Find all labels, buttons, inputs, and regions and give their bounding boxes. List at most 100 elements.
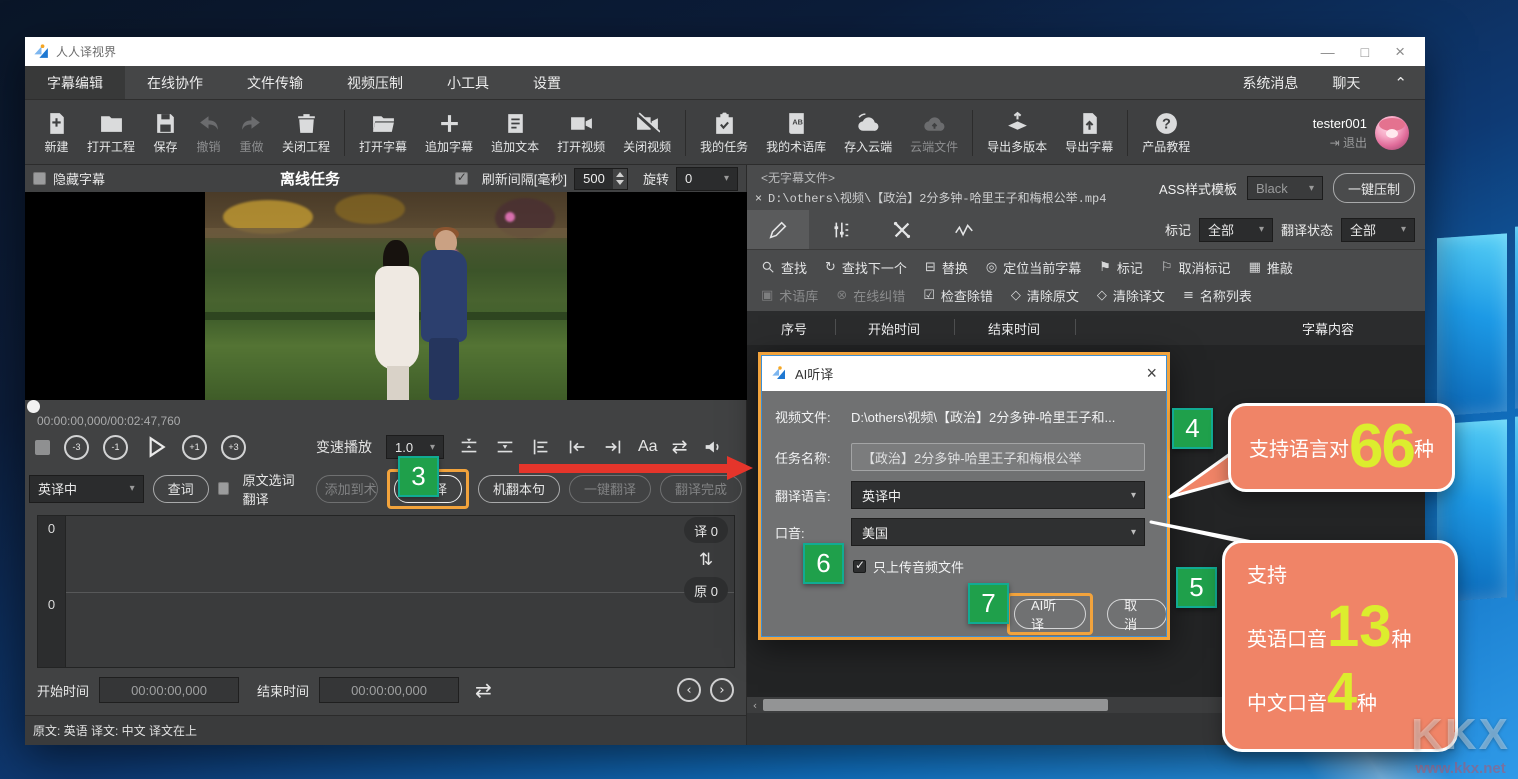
rotate-label: 旋转: [643, 169, 669, 188]
document-export-icon: [1077, 111, 1102, 136]
end-time-input[interactable]: 00:00:00,000: [319, 677, 459, 703]
seek-handle[interactable]: [27, 400, 40, 413]
accent-select[interactable]: 美国▾: [851, 518, 1145, 546]
merge-up-icon[interactable]: [458, 436, 480, 458]
export-subtitle-button[interactable]: 导出字幕: [1056, 107, 1122, 159]
tab-list-settings[interactable]: [809, 210, 871, 249]
dialog-cancel-button[interactable]: 取消: [1107, 599, 1167, 629]
close-button[interactable]: ×: [1395, 43, 1405, 60]
menu-subtitle-edit[interactable]: 字幕编辑: [25, 66, 125, 99]
append-subtitle-button[interactable]: 追加字幕: [416, 107, 482, 159]
menu-tools[interactable]: 小工具: [425, 66, 511, 99]
new-button[interactable]: 新建: [35, 107, 78, 159]
tab-edit[interactable]: [747, 210, 809, 249]
dialog-close-button[interactable]: ×: [1146, 363, 1157, 384]
spin-down-icon[interactable]: [616, 180, 624, 185]
start-time-input[interactable]: 00:00:00,000: [99, 677, 239, 703]
ponder-button[interactable]: ▦推敲: [1249, 258, 1293, 277]
select-word-checkbox[interactable]: [218, 482, 229, 495]
open-project-button[interactable]: 打开工程: [78, 107, 144, 159]
find-button[interactable]: 查找: [761, 258, 807, 277]
one-key-encode-button[interactable]: 一键压制: [1333, 173, 1415, 203]
save-to-cloud-button[interactable]: 存入云端: [835, 107, 901, 159]
jump-end-icon[interactable]: [602, 436, 624, 458]
scrollbar-thumb[interactable]: [763, 699, 1108, 711]
ass-template-select[interactable]: Black▾: [1247, 176, 1323, 200]
swap-lines-button[interactable]: ⇄: [672, 436, 688, 458]
audio-only-checkbox[interactable]: [853, 560, 866, 573]
tab-waveform[interactable]: [933, 210, 995, 249]
prev-subtitle-button[interactable]: ‹: [677, 678, 701, 702]
direction-select[interactable]: 英译中▾: [29, 475, 144, 503]
menu-video-encode[interactable]: 视频压制: [325, 66, 425, 99]
stop-button[interactable]: [35, 440, 50, 455]
logout-button[interactable]: ⇥ 退出: [1330, 134, 1367, 151]
collapse-chevron-icon[interactable]: ⌃: [1394, 74, 1407, 92]
open-video-button[interactable]: 打开视频: [548, 107, 614, 159]
video-frame: [205, 192, 567, 400]
my-tasks-button[interactable]: 我的任务: [691, 107, 757, 159]
unmark-button[interactable]: ⚐取消标记: [1161, 258, 1231, 277]
clear-translation-button[interactable]: ◇清除译文: [1097, 286, 1165, 305]
maximize-button[interactable]: □: [1361, 45, 1369, 59]
split-down-icon[interactable]: [494, 436, 516, 458]
system-message-button[interactable]: 系统消息: [1242, 73, 1298, 93]
close-video-button[interactable]: 关闭视频: [614, 107, 680, 159]
check-errors-button[interactable]: ☑检查除错: [923, 286, 993, 305]
refresh-interval-spinner[interactable]: 500: [574, 168, 628, 190]
close-file-icon[interactable]: ×: [755, 191, 762, 205]
spinner-arrows[interactable]: [613, 169, 627, 189]
close-project-button[interactable]: 关闭工程: [273, 107, 339, 159]
task-name-input[interactable]: 【政治】2分多钟-哈里王子和梅根公举: [851, 443, 1145, 471]
tutorial-button[interactable]: ?产品教程: [1133, 107, 1199, 159]
my-glossary-button[interactable]: AB我的术语库: [757, 107, 835, 159]
save-button[interactable]: 保存: [144, 107, 187, 159]
play-button[interactable]: [142, 434, 168, 460]
rotate-select[interactable]: 0▾: [676, 167, 738, 191]
jump-start-icon[interactable]: [566, 436, 588, 458]
seek-forward-1-button[interactable]: +1: [182, 435, 207, 460]
menu-online-collab[interactable]: 在线协作: [125, 66, 225, 99]
minimize-button[interactable]: —: [1321, 45, 1335, 59]
refresh-interval-checkbox[interactable]: [455, 172, 468, 185]
append-text-button[interactable]: 追加文本: [482, 107, 548, 159]
hide-subtitle-checkbox[interactable]: [33, 172, 46, 185]
seek-bar[interactable]: [25, 400, 746, 412]
menu-settings[interactable]: 设置: [511, 66, 583, 99]
volume-icon[interactable]: [702, 436, 724, 458]
next-subtitle-button[interactable]: ›: [710, 678, 734, 702]
mark-filter-select[interactable]: 全部▾: [1199, 218, 1273, 242]
time-row: 开始时间 00:00:00,000 结束时间 00:00:00,000 ⇄ ‹ …: [25, 672, 746, 708]
locate-current-button[interactable]: ◎定位当前字幕: [986, 258, 1081, 277]
font-size-button[interactable]: Aa: [638, 438, 658, 456]
menu-file-transfer[interactable]: 文件传输: [225, 66, 325, 99]
replace-button[interactable]: ⊟替换: [925, 258, 968, 277]
loop-button[interactable]: ⇄: [475, 678, 492, 702]
seek-back-1-button[interactable]: -1: [103, 435, 128, 460]
source-count-pill: 原 0: [684, 577, 728, 603]
name-list-button[interactable]: ≡名称列表: [1183, 286, 1252, 305]
translate-state-select[interactable]: 全部▾: [1341, 218, 1415, 242]
dialog-confirm-button[interactable]: AI听译: [1014, 599, 1086, 629]
language-select[interactable]: 英译中▾: [851, 481, 1145, 509]
lookup-button[interactable]: 查词: [153, 475, 209, 503]
find-next-button[interactable]: ↻查找下一个: [825, 258, 907, 277]
tab-tools[interactable]: [871, 210, 933, 249]
clear-source-button[interactable]: ◇清除原文: [1011, 286, 1079, 305]
chat-button[interactable]: 聊天: [1332, 73, 1360, 93]
open-subtitle-button[interactable]: 打开字幕: [350, 107, 416, 159]
seek-back-3-button[interactable]: -3: [64, 435, 89, 460]
mark-button[interactable]: ⚑标记: [1099, 258, 1143, 277]
scroll-left-arrow[interactable]: ‹: [747, 699, 763, 712]
red-arrow: [519, 456, 753, 480]
user-avatar[interactable]: [1375, 116, 1409, 150]
align-left-icon[interactable]: [530, 436, 552, 458]
translation-textarea[interactable]: 0: [38, 516, 734, 592]
export-multi-button[interactable]: 导出多版本: [978, 107, 1056, 159]
seek-forward-3-button[interactable]: +3: [221, 435, 246, 460]
spin-up-icon[interactable]: [616, 172, 624, 177]
swap-vertical-button[interactable]: ⇅: [699, 550, 713, 570]
caret-down-icon: ▾: [430, 442, 435, 453]
video-viewport[interactable]: [25, 192, 747, 400]
source-textarea[interactable]: 0: [38, 592, 734, 668]
